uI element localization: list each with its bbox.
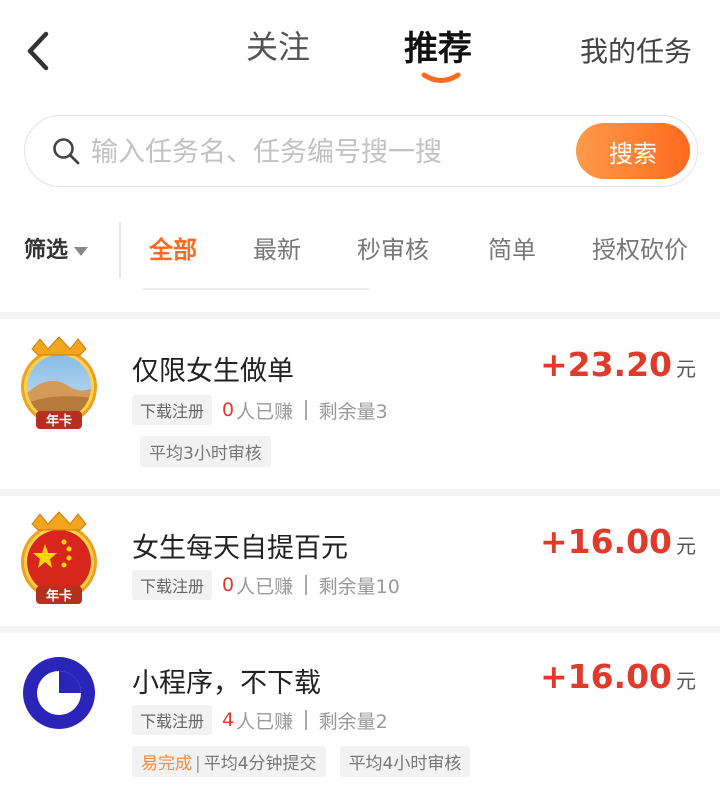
task-tags: 平均3小时审核 [140,435,285,467]
tab-my-tasks[interactable]: 我的任务 [580,30,692,70]
search-bar: 搜索 [24,115,698,187]
search-icon [53,138,80,165]
earned-count: 0 [222,574,235,596]
task-title: 女生每天自提百元 [132,533,348,564]
blue-ring-logo [23,657,95,729]
desert-dunes-avatar: 年卡 [21,336,97,429]
category-simple[interactable]: 简单 [488,230,536,265]
filter-label: 筛选 [24,238,69,263]
remaining-count: 剩余量10 [318,575,400,598]
chevron-left-icon [27,31,49,71]
china-flag-avatar: 年卡 [21,511,97,604]
category-instant-review[interactable]: 秒审核 [357,230,429,265]
tab-follow[interactable]: 关注 [246,22,310,68]
earned-count: 0 [222,399,235,421]
reward-unit: 元 [676,669,696,693]
earned-label: 人已赚 [236,575,294,598]
task-title: 小程序，不下载 [132,668,321,699]
review-time-tag: 平均4小时审核 [339,745,471,777]
task-title: 仅限女生做单 [132,356,294,387]
reward-unit: 元 [676,357,696,381]
tab-recommend[interactable]: 推荐 [404,21,472,70]
category-latest[interactable]: 最新 [253,230,301,265]
task-stats: 下载注册 0 人已赚 剩余量10 [132,570,400,600]
reward-amount: +23.20 [539,345,672,384]
task-reward: +16.00 元 [540,522,696,561]
category-all[interactable]: 全部 [149,230,197,265]
remaining-count: 剩余量2 [318,710,388,733]
task-card[interactable]: 小程序，不下载 +16.00 元 下载注册 4 人已赚 剩余量2 易完成 | 平均4分钟提交… [0,633,720,800]
submit-time-tag: 易完成 | 平均4分钟提交 [132,745,326,777]
divider [305,575,307,595]
reward-amount: +16.00 [539,522,672,561]
search-input[interactable] [91,132,571,172]
task-reward: +16.00 元 [540,657,696,696]
annual-card-badge: 年卡 [46,413,72,429]
task-type-tag: 下载注册 [132,570,213,600]
earned-count: 4 [222,709,235,731]
task-reward: +23.20 元 [540,345,696,384]
task-type-tag: 下载注册 [132,395,213,425]
back-button[interactable] [18,26,62,76]
earned-label: 人已赚 [236,400,294,423]
task-stats: 下载注册 4 人已赚 剩余量2 [132,705,388,735]
reward-unit: 元 [676,534,696,558]
active-tab-indicator [421,72,461,83]
caret-down-icon [74,246,89,256]
search-button[interactable]: 搜索 [576,123,690,179]
section-divider [0,489,720,496]
reward-amount: +16.00 [539,657,672,696]
submit-time-label: 平均4分钟提交 [203,753,317,774]
annual-card-badge: 年卡 [46,588,72,604]
divider [305,710,307,730]
divider [305,400,307,420]
section-divider [0,312,720,319]
task-type-tag: 下载注册 [132,705,213,735]
earned-label: 人已赚 [236,710,294,733]
section-divider [0,626,720,633]
easy-complete-label: 易完成 [141,753,192,774]
task-stats: 下载注册 0 人已赚 剩余量3 [132,395,388,425]
top-navigation: 关注 推荐 我的任务 [0,0,720,100]
remaining-count: 剩余量3 [318,400,388,423]
category-authorize-bargain[interactable]: 授权砍价 [592,230,688,265]
filter-dropdown[interactable]: 筛选 [24,232,89,264]
review-time-tag: 平均3小时审核 [140,435,271,467]
divider [119,222,121,278]
task-card[interactable]: 年卡 仅限女生做单 +23.20 元 下载注册 0 人已赚 剩余量3 平均3小时审核 [0,319,720,489]
task-tags: 易完成 | 平均4分钟提交 平均4小时审核 [132,745,484,777]
task-card[interactable]: 年卡 女生每天自提百元 +16.00 元 下载注册 0 人已赚 剩余量10 [0,496,720,626]
category-underline [143,288,369,290]
filter-bar: 筛选 全部 最新 秒审核 简单 授权砍价 [0,210,720,290]
